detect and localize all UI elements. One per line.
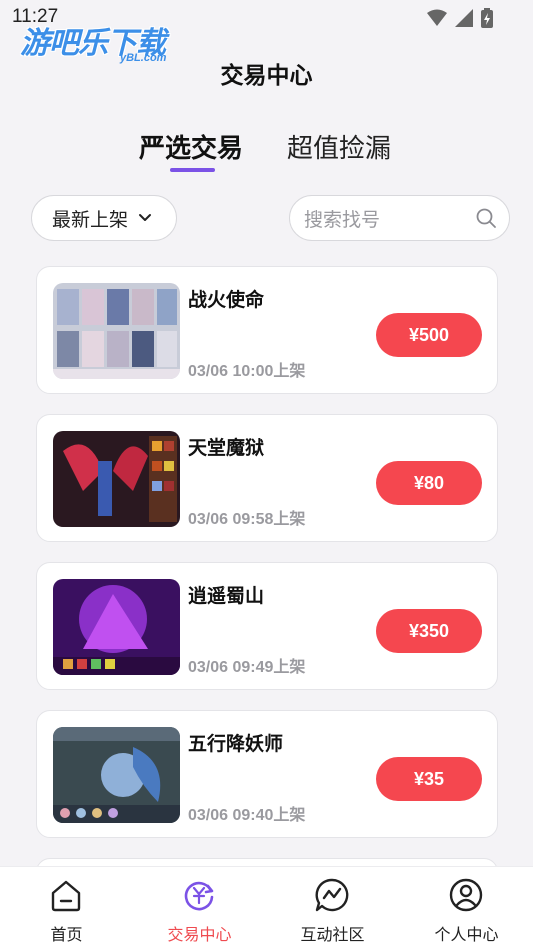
price-button[interactable]: ¥500 [376,313,482,357]
price-button[interactable]: ¥350 [376,609,482,653]
sort-label: 最新上架 [52,208,129,231]
signal-icon [455,9,473,27]
nav-trade-center[interactable]: 交易中心 [133,867,266,948]
home-icon [51,880,81,912]
search-placeholder: 搜索找号 [304,208,381,231]
user-profile-icon [449,878,483,912]
nav-profile-label: 个人中心 [434,925,499,944]
listing-card[interactable]: 逍遥蜀山 03/06 09:49上架 ¥350 [36,562,498,690]
nav-home[interactable]: 首页 [0,867,133,948]
listing-time: 03/06 09:49上架 [188,659,306,676]
listing-card[interactable]: 战火使命 03/06 10:00上架 ¥500 [36,266,498,394]
search-icon[interactable] [475,207,497,229]
listing-time: 03/06 10:00上架 [188,363,306,380]
listing-title: 五行降妖师 [188,733,284,755]
listing-title: 战火使命 [188,289,265,311]
listing-thumbnail [53,727,180,823]
chevron-down-icon [139,214,152,221]
tab-bargain-deals[interactable]: 超值捡漏 [287,128,391,165]
nav-community-label: 互动社区 [300,925,365,944]
nav-trade-center-label: 交易中心 [167,925,232,944]
sort-dropdown[interactable]: 最新上架 [31,195,177,241]
nav-profile[interactable]: 个人中心 [400,867,533,948]
listing-card[interactable]: 五行降妖师 03/06 09:40上架 ¥35 [36,710,498,838]
listing-title: 逍遥蜀山 [188,585,265,607]
trade-exchange-icon [184,881,214,911]
search-input[interactable]: 搜索找号 [289,195,510,241]
status-icons [427,8,493,28]
tab-curated-trade[interactable]: 严选交易 [139,128,243,165]
listing-time: 03/06 09:40上架 [188,807,306,824]
battery-icon [481,8,493,28]
tab-bar: 严选交易 超值捡漏 [0,128,533,178]
bottom-nav: 首页 交易中心 互动社区 个人中心 [0,866,533,948]
listing-thumbnail [53,283,180,379]
price-button[interactable]: ¥80 [376,461,482,505]
listing-thumbnail [53,431,180,527]
nav-community[interactable]: 互动社区 [266,867,399,948]
price-button[interactable]: ¥35 [376,757,482,801]
listing-thumbnail [53,579,180,675]
nav-home-label: 首页 [50,925,83,944]
listing-card[interactable]: 天堂魔狱 03/06 09:58上架 ¥80 [36,414,498,542]
listing-time: 03/06 09:58上架 [188,511,306,528]
community-chat-icon [315,878,349,912]
page-title: 交易中心 [220,63,313,89]
listing-title: 天堂魔狱 [188,437,265,459]
wifi-icon [427,9,447,26]
tab-indicator [170,168,215,172]
